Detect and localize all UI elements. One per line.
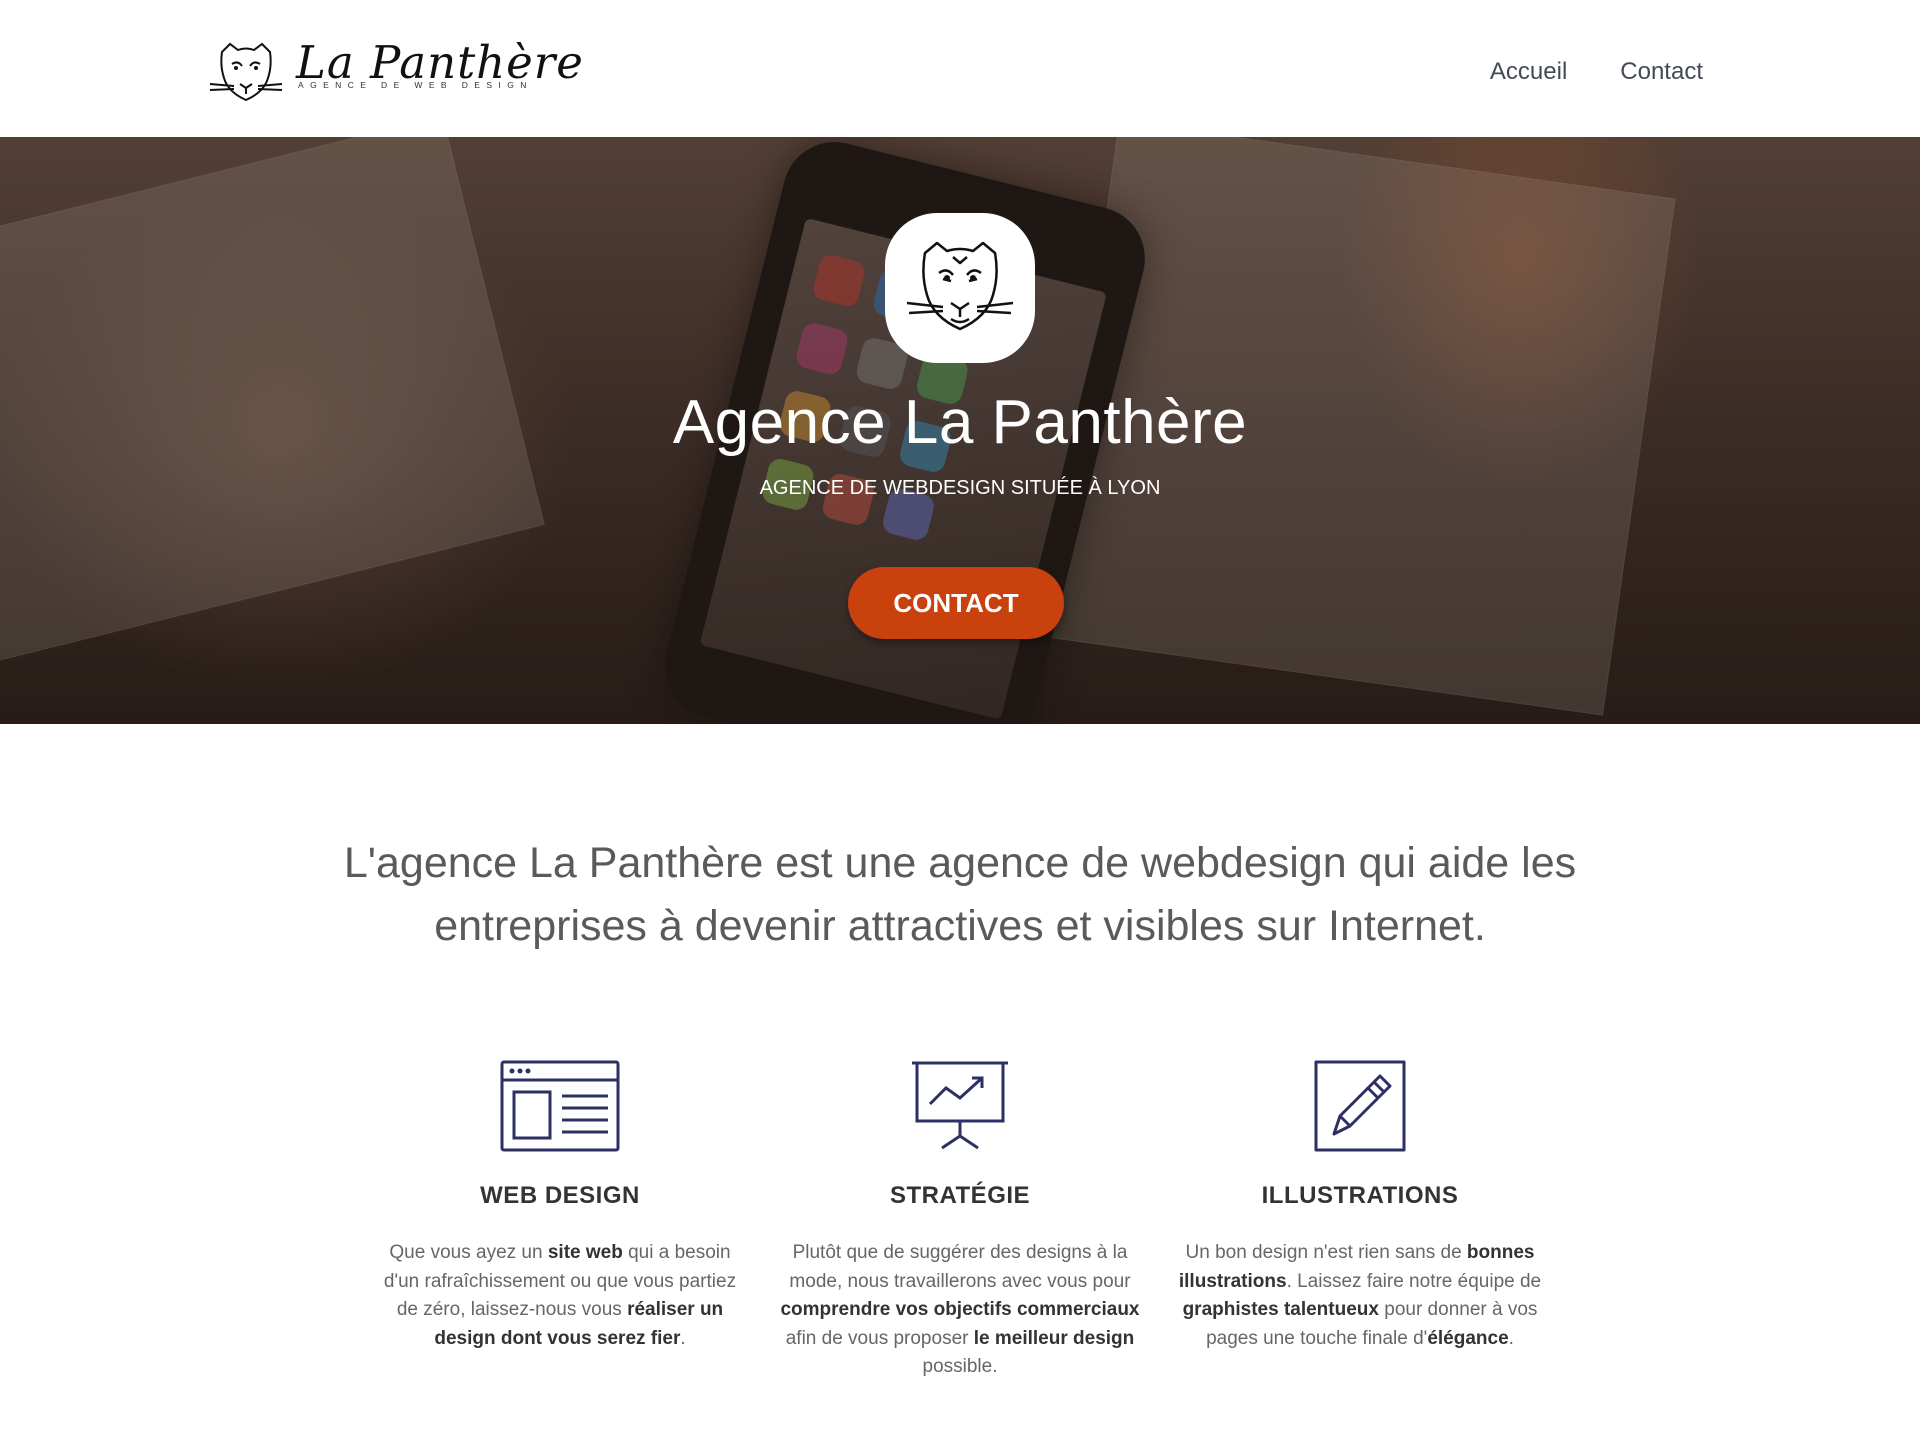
nav-link-accueil[interactable]: Accueil	[1490, 58, 1567, 86]
feature-strategie: STRATÉGIE Plutôt que de suggérer des des…	[770, 1060, 1150, 1382]
pencil-edit-icon	[1314, 1060, 1406, 1152]
feature-title: WEB DESIGN	[480, 1182, 640, 1209]
nav-link-contact[interactable]: Contact	[1620, 58, 1703, 86]
hero-title: Agence La Panthère	[672, 388, 1248, 457]
logo-subtitle: AGENCE DE WEB DESIGN	[298, 80, 533, 90]
feature-web-design: WEB DESIGN Que vous ayez un site web qui…	[370, 1060, 750, 1353]
main-nav: Accueil Contact	[1490, 58, 1703, 86]
panther-logo-icon	[209, 42, 283, 102]
panther-head-icon	[906, 241, 1014, 331]
feature-description: Plutôt que de suggérer des designs à la …	[780, 1242, 1140, 1377]
feature-description: Un bon design n'est rien sans de bonnes …	[1178, 1242, 1542, 1349]
presentation-chart-icon	[912, 1061, 1008, 1150]
browser-window-icon	[500, 1060, 620, 1152]
contact-button[interactable]: CONTACT	[848, 567, 1064, 639]
feature-illustrations: ILLUSTRATIONS Un bon design n'est rien s…	[1170, 1060, 1550, 1353]
hero-subtitle: AGENCE DE WEBDESIGN SITUÉE À LYON	[759, 477, 1161, 499]
hero-logo-badge	[885, 213, 1035, 363]
feature-title: STRATÉGIE	[889, 1182, 1031, 1209]
site-header: La Panthère AGENCE DE WEB DESIGN Accueil…	[0, 0, 1920, 137]
feature-description: Que vous ayez un site web qui a besoin d…	[383, 1242, 737, 1349]
feature-title: ILLUSTRATIONS	[1261, 1182, 1459, 1209]
hero-banner: Agence La Panthère AGENCE DE WEBDESIGN S…	[0, 137, 1920, 724]
intro-text: L'agence La Panthère est une agence de w…	[343, 839, 1577, 950]
site-logo[interactable]: La Panthère AGENCE DE WEB DESIGN	[208, 36, 583, 108]
